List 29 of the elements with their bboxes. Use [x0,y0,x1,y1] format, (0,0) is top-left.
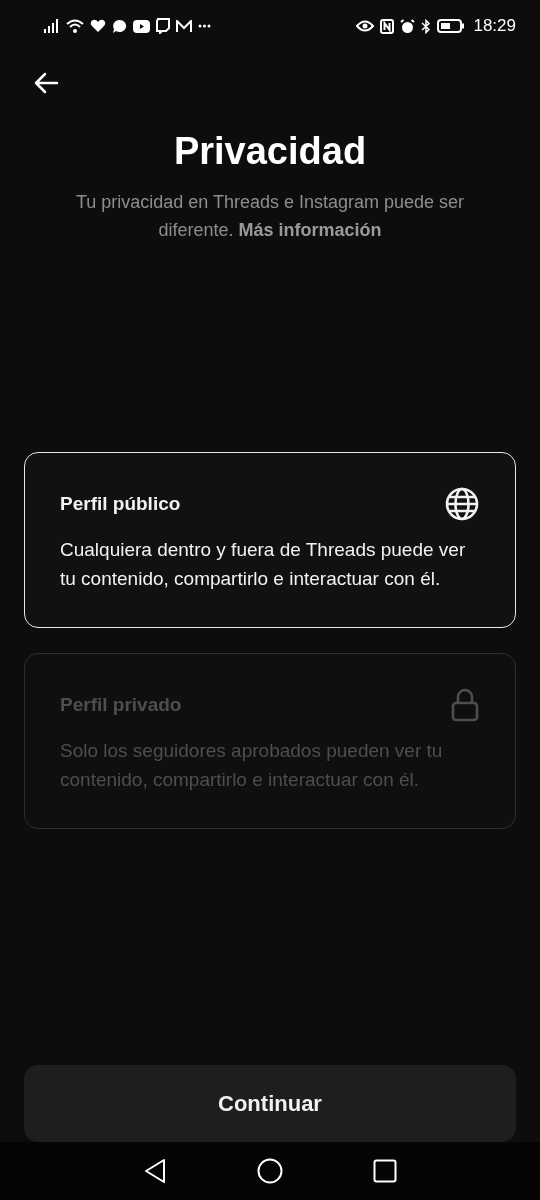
chat-icon [156,18,170,34]
lock-icon [451,688,479,722]
page-title: Privacidad [172,129,368,174]
back-nav-icon[interactable] [143,1158,167,1184]
alarm-icon [400,18,416,34]
mail-icon [176,19,192,33]
home-nav-icon[interactable] [257,1158,283,1184]
recents-nav-icon[interactable] [373,1159,397,1183]
bluetooth-icon [421,18,432,34]
option-title: Perfil privado [60,694,182,716]
nfc-icon [380,18,395,34]
play-icon [133,19,150,33]
eye-icon [356,20,375,32]
wifi-icon [66,18,84,34]
heart-icon [90,19,106,33]
option-title: Perfil público [60,493,181,515]
option-description: Solo los seguidores aprobados pueden ver tu contenido, compartirlo e interactuar con él. [60,739,444,792]
continue-button[interactable]: Continuar [24,1065,516,1142]
globe-icon [445,487,479,521]
privacy-option-card[interactable]: Perfil público Cualquiera dentro y fuera de Threads puede ver tu contenido, compartirlo e interactuar con él. [24,452,516,628]
more-info-link[interactable]: Más información [238,220,382,240]
battery-icon [437,19,466,33]
clock-time: 18:29 [473,16,516,36]
back-arrow-icon [33,72,59,94]
more-icon [198,24,211,28]
signal-icon [44,19,60,33]
chat-bubble-icon [112,18,127,34]
subtitle: Tu privacidad en Threads e Instagram puede ser diferente. Más información [74,191,466,242]
option-description: Cualquiera dentro y fuera de Threads puede ver tu contenido, compartirlo e interactuar con él. [60,538,467,591]
